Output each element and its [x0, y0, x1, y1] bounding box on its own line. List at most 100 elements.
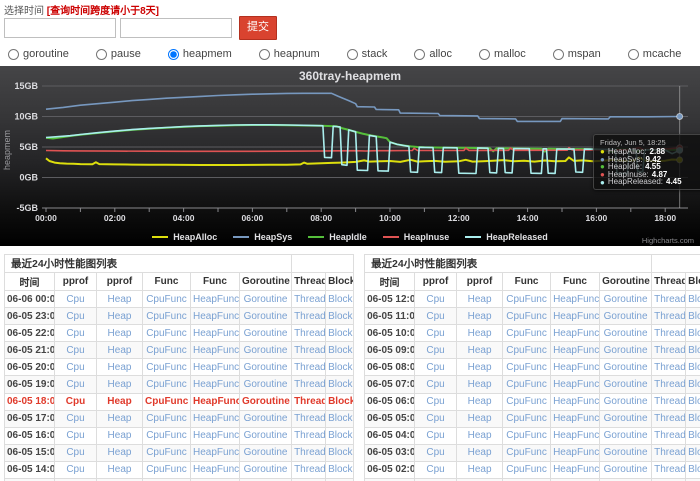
link-heap-06-051400[interactable]: Heap: [108, 464, 132, 475]
link-heap-06-051800[interactable]: Heap: [107, 396, 131, 407]
link-heap-06-051900[interactable]: Heap: [108, 379, 132, 390]
radio-heapmem[interactable]: [168, 49, 179, 60]
link-heapfunc-06-051100[interactable]: HeapFunc: [553, 311, 599, 322]
end-time-input[interactable]: [120, 18, 232, 38]
link-goroutine-06-050400[interactable]: Goroutine: [604, 430, 648, 441]
link-heapfunc-06-050900[interactable]: HeapFunc: [553, 345, 599, 356]
link-heap-06-050600[interactable]: Heap: [468, 396, 492, 407]
radio-option-heapmem[interactable]: heapmem: [168, 48, 232, 60]
link-goroutine-06-052300[interactable]: Goroutine: [244, 311, 288, 322]
link-block-06-051000[interactable]: Block: [688, 328, 700, 339]
link-block-06-050500[interactable]: Block: [688, 413, 700, 424]
link-thread-06-051100[interactable]: Thread: [654, 311, 686, 322]
link-heap-06-050200[interactable]: Heap: [468, 464, 492, 475]
link-heapfunc-06-050400[interactable]: HeapFunc: [553, 430, 599, 441]
link-heapfunc-06-050500[interactable]: HeapFunc: [553, 413, 599, 424]
link-goroutine-06-051800[interactable]: Goroutine: [242, 396, 290, 407]
link-thread-06-050300[interactable]: Thread: [654, 447, 686, 458]
radio-mspan[interactable]: [553, 49, 564, 60]
legend-item-heapalloc[interactable]: HeapAlloc: [152, 232, 217, 242]
link-block-06-052000[interactable]: Block: [328, 362, 352, 373]
link-cpu-06-051000[interactable]: Cpu: [426, 328, 444, 339]
link-heapfunc-06-052100[interactable]: HeapFunc: [193, 345, 239, 356]
link-cpufunc-06-051800[interactable]: CpuFunc: [145, 396, 188, 407]
link-block-06-050700[interactable]: Block: [688, 379, 700, 390]
link-block-06-050800[interactable]: Block: [688, 362, 700, 373]
link-heap-06-050900[interactable]: Heap: [468, 345, 492, 356]
link-heap-06-051700[interactable]: Heap: [108, 413, 132, 424]
link-heapfunc-06-050700[interactable]: HeapFunc: [553, 379, 599, 390]
link-cpu-06-051800[interactable]: Cpu: [66, 396, 85, 407]
link-cpu-06-050700[interactable]: Cpu: [426, 379, 444, 390]
radio-option-pause[interactable]: pause: [96, 48, 141, 60]
link-cpufunc-06-050900[interactable]: CpuFunc: [506, 345, 547, 356]
link-thread-06-051800[interactable]: Thread: [294, 396, 326, 407]
link-cpufunc-06-060000[interactable]: CpuFunc: [146, 294, 187, 305]
link-heapfunc-06-052300[interactable]: HeapFunc: [193, 311, 239, 322]
radio-stack[interactable]: [347, 49, 358, 60]
link-heapfunc-06-051700[interactable]: HeapFunc: [193, 413, 239, 424]
link-cpu-06-050300[interactable]: Cpu: [426, 447, 444, 458]
legend-item-heapsys[interactable]: HeapSys: [233, 232, 292, 242]
link-block-06-051900[interactable]: Block: [328, 379, 352, 390]
link-heapfunc-06-050800[interactable]: HeapFunc: [553, 362, 599, 373]
link-thread-06-060000[interactable]: Thread: [294, 294, 326, 305]
link-heapfunc-06-050300[interactable]: HeapFunc: [553, 447, 599, 458]
link-heapfunc-06-051200[interactable]: HeapFunc: [553, 294, 599, 305]
link-block-06-051800[interactable]: Block: [328, 396, 354, 407]
link-heap-06-052100[interactable]: Heap: [108, 345, 132, 356]
link-goroutine-06-051900[interactable]: Goroutine: [244, 379, 288, 390]
link-cpu-06-052100[interactable]: Cpu: [66, 345, 84, 356]
link-thread-06-051500[interactable]: Thread: [294, 447, 326, 458]
link-cpu-06-050500[interactable]: Cpu: [426, 413, 444, 424]
link-goroutine-06-051500[interactable]: Goroutine: [244, 447, 288, 458]
link-cpu-06-051600[interactable]: Cpu: [66, 430, 84, 441]
link-heap-06-052000[interactable]: Heap: [108, 362, 132, 373]
link-thread-06-050900[interactable]: Thread: [654, 345, 686, 356]
link-heapfunc-06-050200[interactable]: HeapFunc: [553, 464, 599, 475]
radio-option-heapnum[interactable]: heapnum: [259, 48, 320, 60]
radio-option-mcache[interactable]: mcache: [628, 48, 682, 60]
link-thread-06-050600[interactable]: Thread: [654, 396, 686, 407]
link-thread-06-052000[interactable]: Thread: [294, 362, 326, 373]
link-cpu-06-052300[interactable]: Cpu: [66, 311, 84, 322]
link-block-06-050900[interactable]: Block: [688, 345, 700, 356]
link-cpufunc-06-050600[interactable]: CpuFunc: [506, 396, 547, 407]
link-heapfunc-06-051500[interactable]: HeapFunc: [193, 447, 239, 458]
link-goroutine-06-052200[interactable]: Goroutine: [244, 328, 288, 339]
link-block-06-060000[interactable]: Block: [328, 294, 352, 305]
link-goroutine-06-052000[interactable]: Goroutine: [244, 362, 288, 373]
link-heapfunc-06-052000[interactable]: HeapFunc: [193, 362, 239, 373]
link-thread-06-051000[interactable]: Thread: [654, 328, 686, 339]
link-thread-06-050700[interactable]: Thread: [654, 379, 686, 390]
link-heapfunc-06-051000[interactable]: HeapFunc: [553, 328, 599, 339]
link-goroutine-06-050200[interactable]: Goroutine: [604, 464, 648, 475]
link-goroutine-06-050300[interactable]: Goroutine: [604, 447, 648, 458]
legend-item-heapinuse[interactable]: HeapInuse: [383, 232, 450, 242]
link-thread-06-051200[interactable]: Thread: [654, 294, 686, 305]
link-heap-06-052300[interactable]: Heap: [108, 311, 132, 322]
link-heapfunc-06-060000[interactable]: HeapFunc: [193, 294, 239, 305]
link-goroutine-06-060000[interactable]: Goroutine: [244, 294, 288, 305]
link-cpufunc-06-051200[interactable]: CpuFunc: [506, 294, 547, 305]
link-block-06-051200[interactable]: Block: [688, 294, 700, 305]
link-cpufunc-06-052200[interactable]: CpuFunc: [146, 328, 187, 339]
link-heap-06-051100[interactable]: Heap: [468, 311, 492, 322]
link-heapfunc-06-052200[interactable]: HeapFunc: [193, 328, 239, 339]
link-heapfunc-06-050600[interactable]: HeapFunc: [553, 396, 599, 407]
radio-option-malloc[interactable]: malloc: [479, 48, 526, 60]
radio-malloc[interactable]: [479, 49, 490, 60]
link-heap-06-051000[interactable]: Heap: [468, 328, 492, 339]
link-thread-06-052100[interactable]: Thread: [294, 345, 326, 356]
link-cpufunc-06-052300[interactable]: CpuFunc: [146, 311, 187, 322]
link-cpu-06-052200[interactable]: Cpu: [66, 328, 84, 339]
link-thread-06-050200[interactable]: Thread: [654, 464, 686, 475]
link-cpufunc-06-052100[interactable]: CpuFunc: [146, 345, 187, 356]
link-heap-06-051500[interactable]: Heap: [108, 447, 132, 458]
link-heap-06-050500[interactable]: Heap: [468, 413, 492, 424]
link-cpufunc-06-051100[interactable]: CpuFunc: [506, 311, 547, 322]
link-block-06-051100[interactable]: Block: [688, 311, 700, 322]
link-cpufunc-06-051500[interactable]: CpuFunc: [146, 447, 187, 458]
link-thread-06-051400[interactable]: Thread: [294, 464, 326, 475]
link-heapfunc-06-051800[interactable]: HeapFunc: [193, 396, 240, 407]
